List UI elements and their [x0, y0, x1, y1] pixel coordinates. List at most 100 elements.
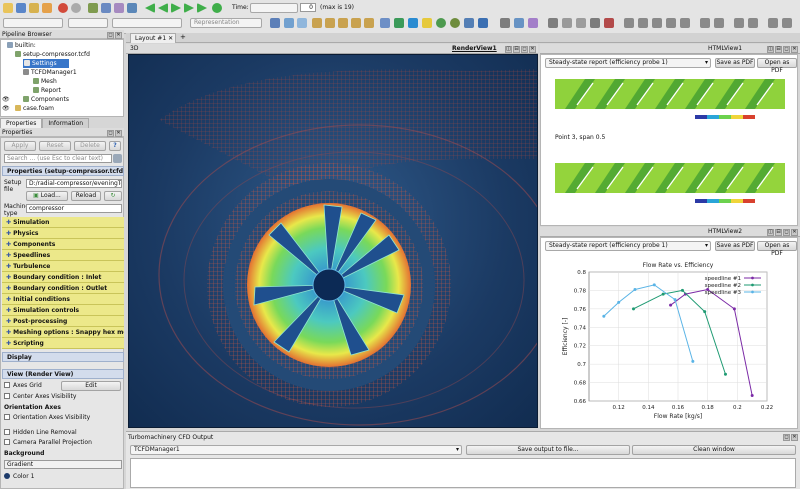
- html-view2-select[interactable]: Steady-state report (efficiency probe 1)…: [545, 241, 711, 251]
- redo-icon[interactable]: [71, 3, 81, 13]
- maximize-icon[interactable]: ◻: [783, 229, 790, 236]
- layout-tab[interactable]: Layout #1 ✕: [130, 33, 176, 43]
- reset-button[interactable]: Reset: [39, 141, 71, 151]
- tree-item-report[interactable]: Report: [33, 86, 61, 95]
- calculator-icon[interactable]: [380, 18, 390, 28]
- clip-icon[interactable]: [408, 18, 418, 28]
- plugin-k-icon[interactable]: [782, 18, 792, 28]
- plugin-b-icon[interactable]: [638, 18, 648, 28]
- solid-color-combo[interactable]: [112, 18, 182, 28]
- plugin-g-icon[interactable]: [714, 18, 724, 28]
- render-view[interactable]: [128, 54, 538, 428]
- reload-extra-button[interactable]: ↻: [104, 191, 122, 201]
- threshold-icon[interactable]: [436, 18, 446, 28]
- display-header[interactable]: Display: [2, 352, 124, 362]
- tree-item-components[interactable]: Components: [23, 95, 69, 104]
- section-initial-conditions[interactable]: Initial conditions: [2, 294, 124, 305]
- html-view1-save-pdf-button[interactable]: Save as PDF: [715, 58, 755, 68]
- camera-y-icon[interactable]: [325, 18, 335, 28]
- camera-x-icon[interactable]: [312, 18, 322, 28]
- tree-item-setup[interactable]: setup-compressor.tcfd: [15, 50, 90, 59]
- variable-combo[interactable]: [3, 18, 63, 28]
- tab-information[interactable]: Information: [42, 118, 90, 128]
- warp-icon[interactable]: [500, 18, 510, 28]
- setup-file-input[interactable]: D:/radial-compressor/eveningTest/s: [26, 179, 122, 188]
- pick-center-icon[interactable]: [101, 3, 111, 13]
- slice-icon[interactable]: [422, 18, 432, 28]
- delete-button[interactable]: Delete: [74, 141, 106, 151]
- next-frame-icon[interactable]: [184, 3, 194, 13]
- time-combo[interactable]: [250, 3, 298, 13]
- play-icon[interactable]: [171, 3, 181, 13]
- section-post-processing[interactable]: Post-processing: [2, 316, 124, 327]
- section-components[interactable]: Components: [2, 239, 124, 250]
- html-view1-open-pdf-button[interactable]: Open as PDF: [757, 58, 797, 74]
- machine-type-input[interactable]: compressor: [26, 204, 122, 213]
- rotate-icon[interactable]: [364, 18, 374, 28]
- clean-window-button[interactable]: Clean window: [632, 445, 796, 455]
- reset-camera-icon[interactable]: [88, 3, 98, 13]
- close-icon[interactable]: ✕: [791, 434, 798, 441]
- plugin-c-icon[interactable]: [652, 18, 662, 28]
- plugin-d-icon[interactable]: [666, 18, 676, 28]
- render-view-controls[interactable]: ◫ ⊟ ◻ ✕: [504, 45, 536, 53]
- rescale-icon[interactable]: [284, 18, 294, 28]
- eye-icon[interactable]: 👁: [2, 95, 10, 104]
- extract-icon[interactable]: [450, 18, 460, 28]
- html-view1-select[interactable]: Steady-state report (efficiency probe 1)…: [545, 58, 711, 68]
- open-icon[interactable]: [3, 3, 13, 13]
- html-view2-save-pdf-button[interactable]: Save as PDF: [715, 241, 755, 251]
- tree-item-builtin[interactable]: builtin:: [7, 41, 36, 50]
- color1-row[interactable]: Color 1: [4, 472, 34, 481]
- rescale-custom-icon[interactable]: [297, 18, 307, 28]
- last-frame-icon[interactable]: [197, 3, 207, 13]
- section-simulation[interactable]: Simulation: [2, 217, 124, 228]
- plugin-f-icon[interactable]: [700, 18, 710, 28]
- center-axes-checkbox[interactable]: [4, 393, 10, 399]
- undo-icon[interactable]: [58, 3, 68, 13]
- float-icon[interactable]: ◻: [107, 32, 114, 39]
- edit-button[interactable]: Edit: [61, 381, 121, 391]
- properties-panel-controls[interactable]: ◻ ✕: [106, 129, 122, 137]
- add-layout-tab-icon[interactable]: +: [180, 33, 186, 42]
- pipeline-panel-controls[interactable]: ◻ ✕: [106, 31, 122, 39]
- load-button[interactable]: ▣ Load...: [26, 191, 68, 201]
- apply-button[interactable]: Apply: [4, 141, 36, 151]
- plugin-i-icon[interactable]: [748, 18, 758, 28]
- section-bc-outlet[interactable]: Boundary condition : Outlet: [2, 283, 124, 294]
- run-icon[interactable]: [576, 18, 586, 28]
- view-header[interactable]: View (Render View): [2, 369, 124, 379]
- output-text-area[interactable]: [130, 458, 796, 488]
- section-physics[interactable]: Physics: [2, 228, 124, 239]
- split-h-icon[interactable]: ◫: [505, 46, 512, 53]
- loop-icon[interactable]: [212, 3, 222, 13]
- close-icon[interactable]: ✕: [529, 46, 536, 53]
- save-icon[interactable]: [16, 3, 26, 13]
- section-turbulence[interactable]: Turbulence: [2, 261, 124, 272]
- maximize-icon[interactable]: ◻: [783, 46, 790, 53]
- tree-item-mesh[interactable]: Mesh: [33, 77, 57, 86]
- save-state-icon[interactable]: [29, 3, 39, 13]
- float-icon[interactable]: ◻: [783, 434, 790, 441]
- reload-button[interactable]: Reload: [71, 191, 101, 201]
- contour-icon[interactable]: [394, 18, 404, 28]
- representation-combo[interactable]: Representation: [190, 18, 262, 28]
- split-h-icon[interactable]: ◫: [767, 229, 774, 236]
- python-icon[interactable]: [127, 3, 137, 13]
- section-scripting[interactable]: Scripting: [2, 338, 124, 349]
- tcfd-plugin-icon[interactable]: [548, 18, 558, 28]
- plugin-h-icon[interactable]: [734, 18, 744, 28]
- component-combo[interactable]: [68, 18, 108, 28]
- camera-parallel-checkbox[interactable]: [4, 439, 10, 445]
- close-tab-icon[interactable]: ✕: [168, 35, 173, 42]
- maximize-icon[interactable]: ◻: [521, 46, 528, 53]
- properties-group-header[interactable]: Properties (setup-compressor.tcfd): [2, 166, 124, 176]
- orientation-axes-checkbox[interactable]: [4, 414, 10, 420]
- camera-neg-x-icon[interactable]: [351, 18, 361, 28]
- output-panel-controls[interactable]: ◻ ✕: [782, 433, 798, 441]
- close-icon[interactable]: ✕: [791, 46, 798, 53]
- first-frame-icon[interactable]: [145, 3, 155, 13]
- axes-grid-checkbox[interactable]: [4, 382, 10, 388]
- mesh-icon[interactable]: [562, 18, 572, 28]
- plugin-e-icon[interactable]: [680, 18, 690, 28]
